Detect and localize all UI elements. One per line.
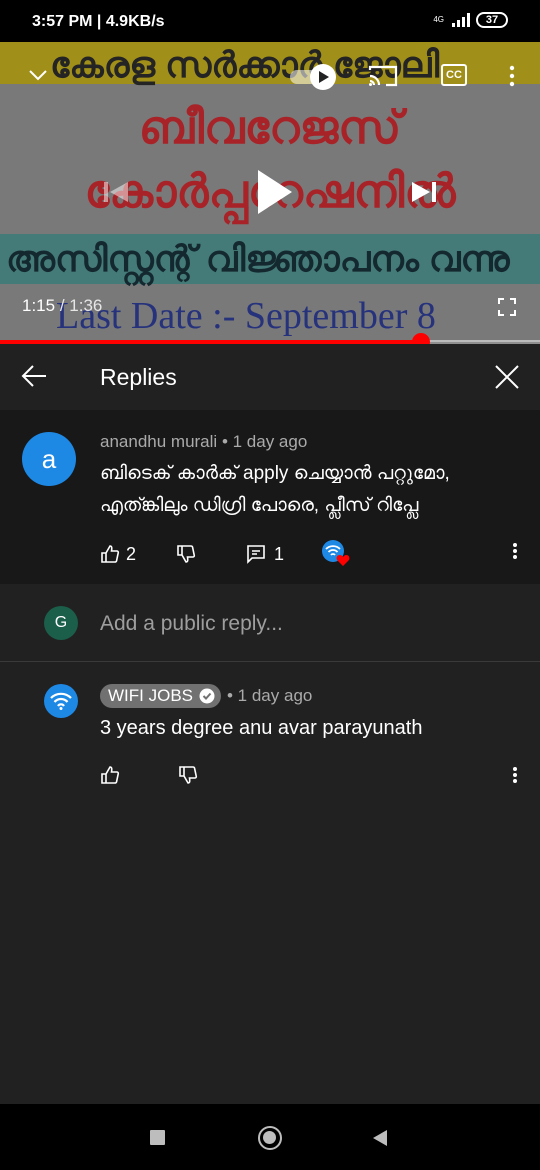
- user-avatar: G: [44, 606, 78, 640]
- close-icon[interactable]: [494, 364, 520, 390]
- recents-icon[interactable]: [150, 1130, 165, 1145]
- avatar-letter: a: [41, 443, 57, 474]
- reply-text: 3 years degree anu avar parayunath: [100, 717, 423, 739]
- comment-author[interactable]: anandhu murali: [100, 432, 217, 451]
- back-arrow-icon[interactable]: [20, 364, 48, 388]
- reply-comment: WIFI JOBS • 1 day ago 3 years degree anu…: [0, 662, 540, 1104]
- verified-check-icon: [199, 688, 215, 704]
- replies-header: Replies: [0, 344, 540, 410]
- next-icon[interactable]: [410, 178, 438, 206]
- autoplay-play-icon: [319, 71, 329, 83]
- status-bar: 3:57 PM | 4.9KB/s 4G 37: [0, 0, 540, 42]
- video-player[interactable]: കേരള സർക്കാർ ജോലി ബീവറേജസ് കോർപ്പറേഷനിൽ …: [0, 42, 540, 342]
- comment-text: ബിടെക് കാർക് apply ചെയ്യാൻ പറ്റുമോ, എത്ങ…: [100, 463, 450, 516]
- current-time: 1:15: [22, 296, 56, 315]
- captions-label: CC: [446, 69, 462, 81]
- reply-count: 1: [274, 543, 285, 564]
- comment-meta: anandhu murali • 1 day ago: [100, 432, 307, 452]
- play-icon[interactable]: [254, 168, 294, 216]
- cast-icon[interactable]: [368, 64, 398, 88]
- reply-time: • 1 day ago: [227, 686, 313, 705]
- comment-time: • 1 day ago: [221, 432, 308, 451]
- video-time: 1:15 / 1:36: [22, 296, 102, 316]
- previous-icon[interactable]: [102, 178, 130, 206]
- comment-menu-icon[interactable]: [512, 542, 518, 560]
- signal-icon: [452, 13, 470, 27]
- like-icon[interactable]: [100, 544, 120, 564]
- minimize-chevron-icon[interactable]: [28, 68, 48, 82]
- battery-icon: 37: [476, 12, 508, 28]
- dislike-icon[interactable]: [176, 544, 196, 564]
- heart-icon: [336, 555, 350, 566]
- video-duration: / 1:36: [59, 296, 103, 315]
- user-avatar-letter: G: [54, 614, 68, 631]
- creator-heart: [322, 540, 350, 568]
- reply-author: WIFI JOBS: [108, 686, 193, 705]
- back-icon[interactable]: [372, 1129, 388, 1147]
- like-count: 2: [126, 543, 137, 564]
- comment-actions: 2 1: [100, 540, 350, 568]
- like-icon[interactable]: [100, 765, 120, 785]
- reply-avatar[interactable]: [44, 684, 78, 718]
- author-badge[interactable]: WIFI JOBS: [100, 684, 221, 708]
- battery-level: 37: [485, 14, 499, 26]
- reply-count-icon[interactable]: [246, 544, 266, 564]
- reply-input[interactable]: Add a public reply...: [100, 612, 283, 636]
- wifi-icon: [50, 692, 72, 710]
- parent-comment: a anandhu murali • 1 day ago ബിടെക് കാർക…: [0, 410, 540, 584]
- autoplay-toggle[interactable]: [290, 64, 340, 90]
- dislike-icon[interactable]: [178, 765, 198, 785]
- reply-actions: [100, 765, 198, 785]
- status-icons: 4G 37: [433, 12, 508, 28]
- replies-title: Replies: [100, 364, 177, 390]
- reply-menu-icon[interactable]: [512, 766, 518, 784]
- more-options-icon[interactable]: [508, 64, 516, 88]
- status-time: 3:57 PM | 4.9KB/s: [32, 13, 165, 30]
- avatar[interactable]: a: [22, 432, 76, 486]
- fullscreen-icon[interactable]: [498, 298, 516, 316]
- home-icon[interactable]: [258, 1126, 282, 1150]
- reply-meta: WIFI JOBS • 1 day ago: [100, 684, 312, 708]
- captions-icon[interactable]: CC: [441, 64, 467, 86]
- system-nav-bar: [0, 1104, 540, 1170]
- network-type: 4G: [433, 15, 444, 24]
- add-reply-row[interactable]: G Add a public reply...: [0, 584, 540, 662]
